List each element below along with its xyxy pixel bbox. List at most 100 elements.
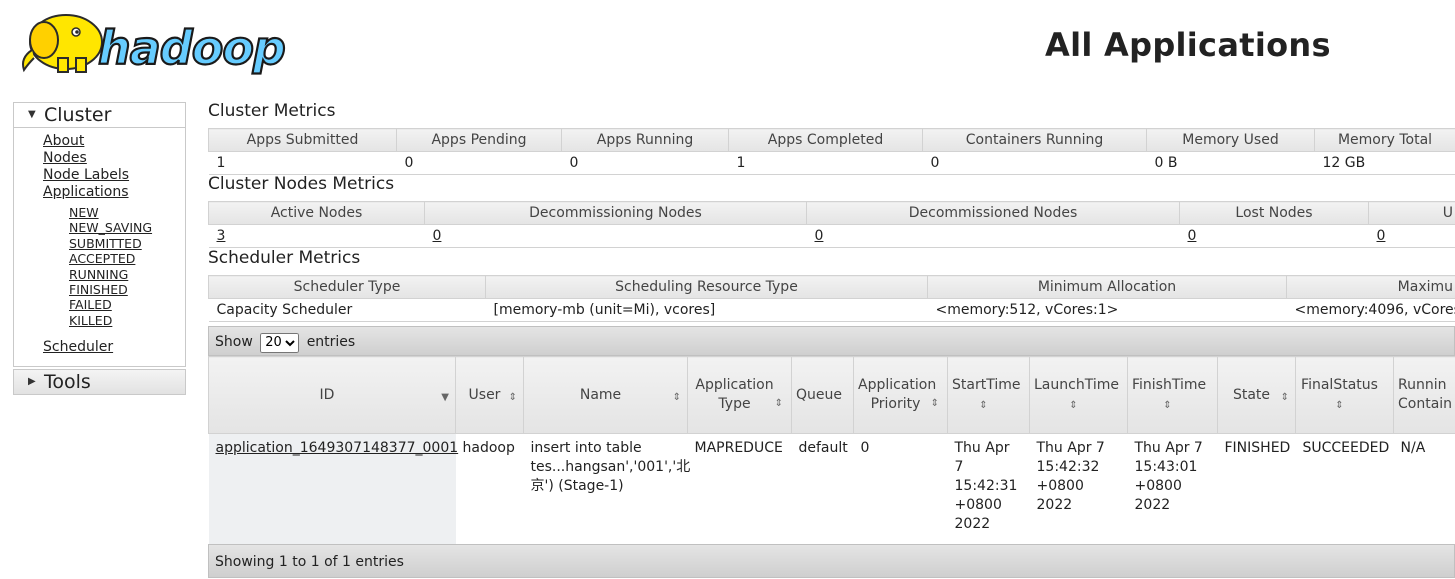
col-active-nodes: Active Nodes	[209, 202, 425, 225]
applications-table-panel: Show 20 entries ID ▼ User ⇕ Name ⇕	[208, 326, 1455, 578]
col-unhealthy-nodes: U	[1369, 202, 1455, 225]
cell-start-time: Thu Apr 7 15:42:31 +0800 2022	[948, 434, 1030, 545]
col-finish-label: FinishTime	[1132, 377, 1206, 393]
nav-link-scheduler[interactable]: Scheduler	[43, 339, 113, 355]
cell-state: FINISHED	[1218, 434, 1296, 545]
cell-running-containers: N/A	[1394, 434, 1455, 545]
nav-state-failed[interactable]: FAILED	[69, 297, 152, 312]
table-info: Showing 1 to 1 of 1 entries	[208, 544, 1455, 578]
col-header-application-type[interactable]: Application Type ⇕	[688, 357, 792, 434]
col-header-name[interactable]: Name ⇕	[524, 357, 688, 434]
value-minimum-allocation: <memory:512, vCores:1>	[928, 299, 1287, 322]
col-header-id[interactable]: ID ▼	[209, 357, 456, 434]
sort-both-icon: ⇕	[979, 400, 987, 411]
value-apps-submitted: 1	[209, 152, 397, 175]
scheduler-metrics-title: Scheduler Metrics	[208, 248, 360, 268]
col-running-label-2: Contain	[1398, 396, 1452, 412]
applications-table: ID ▼ User ⇕ Name ⇕ Application Type ⇕ Qu…	[208, 356, 1455, 544]
nav-link-node-labels[interactable]: Node Labels	[43, 167, 129, 184]
nav-state-new[interactable]: NEW	[69, 205, 152, 220]
cell-launch-time: Thu Apr 7 15:42:32 +0800 2022	[1030, 434, 1128, 545]
cluster-nav-panel: ▼ Cluster About Nodes Node Labels Applic…	[13, 102, 186, 367]
col-app-type-label-2: Type	[718, 396, 750, 412]
sort-both-icon: ⇕	[1163, 400, 1171, 411]
col-header-launch-time[interactable]: LaunchTime ⇕	[1030, 357, 1128, 434]
decommissioned-nodes-link[interactable]: 0	[815, 228, 824, 244]
lost-nodes-link[interactable]: 0	[1188, 228, 1197, 244]
cell-user: hadoop	[456, 434, 524, 545]
tools-nav-label: Tools	[44, 370, 91, 394]
svg-text:hadoop: hadoop	[98, 21, 285, 75]
nav-link-about[interactable]: About	[43, 133, 129, 150]
entries-per-page-select[interactable]: 20	[260, 333, 299, 353]
col-launch-label: LaunchTime	[1034, 377, 1119, 393]
scheduler-metrics-table: Scheduler Type Scheduling Resource Type …	[208, 275, 1455, 322]
value-containers-running: 0	[923, 152, 1147, 175]
col-header-start-time[interactable]: StartTime ⇕	[948, 357, 1030, 434]
col-apps-completed: Apps Completed	[729, 129, 923, 152]
tools-nav-header[interactable]: ▶ Tools	[13, 369, 186, 395]
col-minimum-allocation: Minimum Allocation	[928, 276, 1287, 299]
cell-queue: default	[792, 434, 854, 545]
col-header-finish-time[interactable]: FinishTime ⇕	[1128, 357, 1218, 434]
nav-state-killed[interactable]: KILLED	[69, 313, 152, 328]
nav-state-submitted[interactable]: SUBMITTED	[69, 236, 152, 251]
cluster-metrics-table: Apps Submitted Apps Pending Apps Running…	[208, 128, 1455, 175]
unhealthy-nodes-link[interactable]: 0	[1377, 228, 1386, 244]
expanded-triangle-icon: ▼	[28, 103, 36, 127]
page-title: All Applications	[1045, 26, 1331, 64]
cell-name: insert into table tes...hangsan','001','…	[524, 434, 688, 545]
col-decommissioned-nodes: Decommissioned Nodes	[807, 202, 1180, 225]
sort-both-icon: ⇕	[673, 388, 681, 407]
col-header-queue[interactable]: Queue	[792, 357, 854, 434]
col-header-user[interactable]: User ⇕	[456, 357, 524, 434]
col-queue-label: Queue	[796, 387, 842, 403]
col-header-running-containers[interactable]: Runnin Contain	[1394, 357, 1455, 434]
cell-priority: 0	[854, 434, 948, 545]
value-scheduler-type: Capacity Scheduler	[209, 299, 486, 322]
cell-final-status: SUCCEEDED	[1296, 434, 1394, 545]
col-name-label: Name	[580, 387, 621, 403]
col-final-label: FinalStatus	[1301, 377, 1378, 393]
decommissioning-nodes-link[interactable]: 0	[433, 228, 442, 244]
col-priority-label-1: Application	[858, 377, 936, 393]
col-apps-submitted: Apps Submitted	[209, 129, 397, 152]
nav-link-applications[interactable]: Applications	[43, 184, 129, 201]
col-apps-pending: Apps Pending	[397, 129, 562, 152]
col-lost-nodes: Lost Nodes	[1180, 202, 1369, 225]
value-memory-used: 0 B	[1147, 152, 1315, 175]
col-scheduling-resource-type: Scheduling Resource Type	[486, 276, 928, 299]
value-memory-total: 12 GB	[1315, 152, 1455, 175]
col-memory-total: Memory Total	[1315, 129, 1455, 152]
nodes-metrics-title: Cluster Nodes Metrics	[208, 174, 394, 194]
table-row: application_1649307148377_0001 hadoop in…	[209, 434, 1455, 545]
col-maximum-allocation: Maximu	[1287, 276, 1455, 299]
col-start-label: StartTime	[952, 377, 1020, 393]
sort-both-icon: ⇕	[509, 388, 517, 407]
cell-finish-time: Thu Apr 7 15:43:01 +0800 2022	[1128, 434, 1218, 545]
nav-link-nodes[interactable]: Nodes	[43, 150, 129, 167]
hadoop-logo: hadoop	[14, 6, 314, 80]
value-apps-running: 0	[562, 152, 729, 175]
col-containers-running: Containers Running	[923, 129, 1147, 152]
sort-both-icon: ⇕	[1069, 400, 1077, 411]
cluster-nav-label: Cluster	[44, 103, 111, 127]
sort-both-icon: ⇕	[775, 394, 783, 413]
nav-state-finished[interactable]: FINISHED	[69, 282, 152, 297]
col-header-application-priority[interactable]: Application Priority ⇕	[854, 357, 948, 434]
col-header-state[interactable]: State ⇕	[1218, 357, 1296, 434]
nav-state-new-saving[interactable]: NEW_SAVING	[69, 220, 152, 235]
col-id-label: ID	[320, 387, 335, 403]
nav-state-accepted[interactable]: ACCEPTED	[69, 251, 152, 266]
application-id-link[interactable]: application_1649307148377_0001	[216, 440, 459, 456]
col-memory-used: Memory Used	[1147, 129, 1315, 152]
value-apps-completed: 1	[729, 152, 923, 175]
cluster-nav-header[interactable]: ▼ Cluster	[14, 103, 185, 128]
active-nodes-link[interactable]: 3	[217, 228, 226, 244]
col-decommissioning-nodes: Decommissioning Nodes	[425, 202, 807, 225]
col-scheduler-type: Scheduler Type	[209, 276, 486, 299]
cluster-metrics-title: Cluster Metrics	[208, 101, 335, 121]
entries-label: entries	[307, 334, 356, 350]
col-header-final-status[interactable]: FinalStatus ⇕	[1296, 357, 1394, 434]
nav-state-running[interactable]: RUNNING	[69, 267, 152, 282]
